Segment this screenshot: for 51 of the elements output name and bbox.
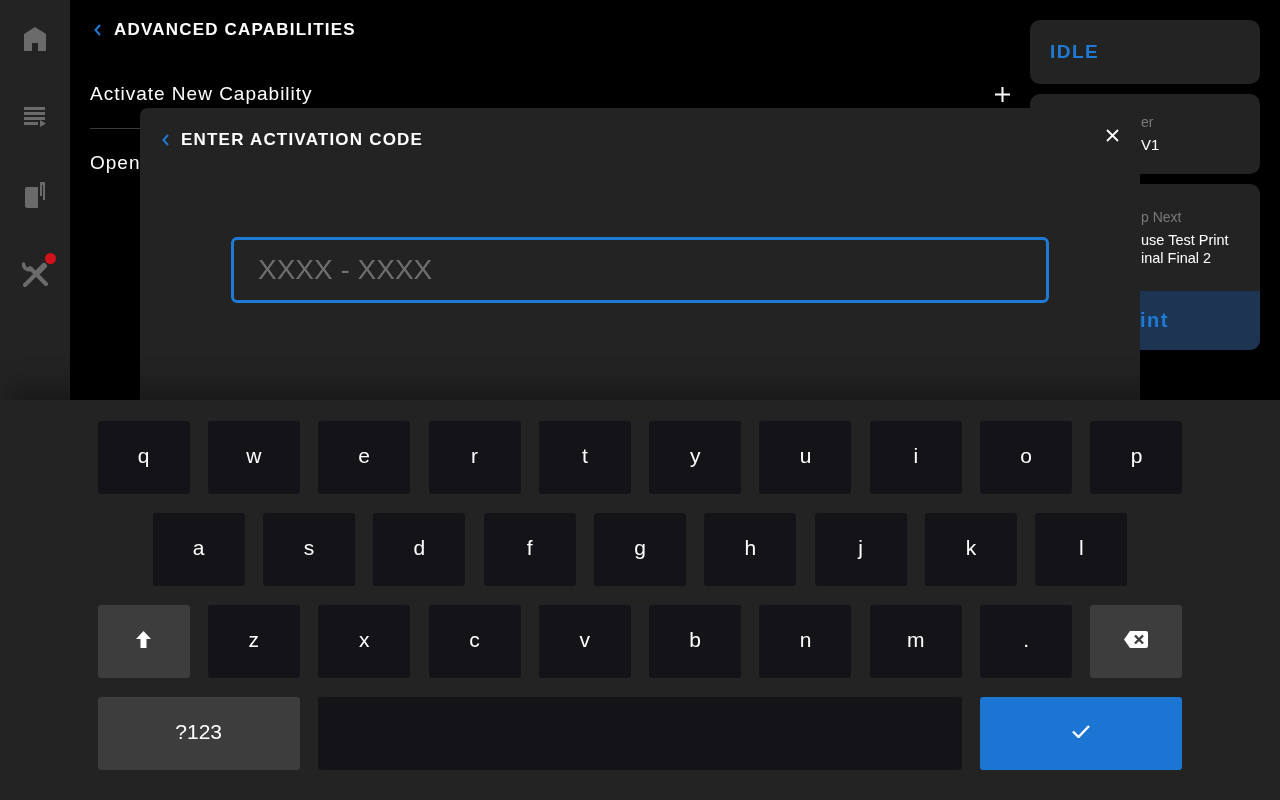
plus-icon[interactable]	[995, 86, 1010, 102]
keyboard-key[interactable]: b	[649, 605, 742, 678]
checkmark-icon	[1072, 725, 1091, 738]
menu-item[interactable]: Activate New Capability	[90, 83, 313, 105]
job-name: inal Final 2	[1141, 249, 1212, 267]
tools-icon[interactable]	[22, 259, 48, 287]
back-icon[interactable]	[94, 24, 101, 36]
keyboard-key[interactable]: r	[428, 421, 521, 494]
menu-item[interactable]: Open	[90, 152, 141, 174]
keyboard-key[interactable]: x	[318, 605, 411, 678]
keyboard-key[interactable]: e	[318, 421, 411, 494]
keyboard-key[interactable]: s	[263, 513, 355, 586]
keyboard-key[interactable]: y	[649, 421, 742, 494]
keyboard-key[interactable]: v	[538, 605, 631, 678]
status-label: IDLE	[1050, 41, 1100, 63]
card-label: er	[1141, 113, 1154, 131]
cartridge-icon[interactable]	[25, 182, 45, 208]
symbols-key[interactable]: ?123	[97, 697, 300, 770]
keyboard-key[interactable]: d	[373, 513, 466, 586]
close-icon[interactable]	[1106, 128, 1119, 142]
job-name: use Test Print	[1141, 231, 1229, 249]
keyboard-key[interactable]: i	[869, 421, 962, 494]
arrow-up-icon	[136, 631, 151, 648]
backspace-key[interactable]	[1090, 605, 1183, 678]
keyboard-key[interactable]: f	[483, 513, 576, 586]
dialog-title: ENTER ACTIVATION CODE	[181, 130, 425, 150]
back-icon[interactable]	[162, 134, 169, 146]
keyboard-key[interactable]: w	[207, 421, 300, 494]
page-title: ADVANCED CAPABILITIES	[114, 20, 356, 40]
keyboard-key[interactable]: n	[759, 605, 852, 678]
keyboard-key[interactable]: k	[925, 513, 1017, 586]
keyboard-key[interactable]: g	[594, 513, 686, 586]
list-icon[interactable]	[24, 107, 46, 127]
code-input[interactable]: XXXX - XXXX	[231, 237, 1049, 303]
keyboard-key[interactable]: j	[814, 513, 907, 586]
card-label: p Next	[1141, 208, 1182, 226]
keyboard-key[interactable]: u	[759, 421, 852, 494]
keyboard-key[interactable]: t	[538, 421, 631, 494]
keyboard-key[interactable]: c	[428, 605, 521, 678]
keyboard-key[interactable]: q	[97, 421, 190, 494]
keyboard-key[interactable]: o	[980, 421, 1073, 494]
card-value: V1	[1141, 136, 1160, 154]
home-icon[interactable]	[24, 27, 46, 51]
backspace-icon	[1124, 631, 1149, 648]
keyboard-key[interactable]: m	[869, 605, 962, 678]
keyboard-key[interactable]: l	[1035, 513, 1128, 586]
keyboard-key[interactable]: h	[704, 513, 797, 586]
keyboard-key[interactable]: a	[152, 513, 245, 586]
keyboard-key[interactable]: p	[1090, 421, 1183, 494]
keyboard-key[interactable]: z	[207, 605, 300, 678]
keyboard-key[interactable]: .	[980, 605, 1073, 678]
